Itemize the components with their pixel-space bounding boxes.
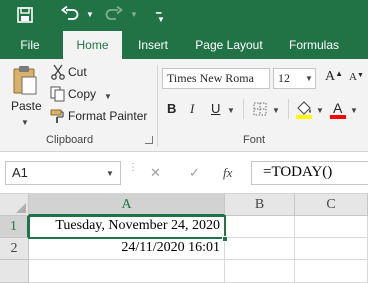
cell-c1[interactable] [295, 216, 368, 238]
decrease-font-size-button[interactable]: A▼ [349, 71, 364, 83]
font-size-select[interactable]: 12 ▼ [273, 68, 316, 89]
cell-a2[interactable]: 24/11/2020 16:01 [29, 238, 225, 260]
paste-dropdown-icon[interactable]: ▼ [21, 118, 29, 127]
worksheet-grid: A B C 1 2 Tuesday, November 24, 2020 24/… [0, 194, 368, 283]
formula-bar-grip-icon[interactable]: ⋮ [128, 163, 138, 173]
group-separator [243, 99, 244, 119]
fill-color-dropdown-icon[interactable]: ▼ [316, 106, 324, 115]
tab-insert[interactable]: Insert [128, 31, 178, 59]
cell-b2[interactable] [225, 238, 295, 260]
font-color-icon[interactable]: A [329, 99, 347, 119]
insert-function-icon[interactable]: fx [223, 165, 232, 181]
cell-b3[interactable] [225, 260, 295, 283]
scissors-icon [51, 64, 65, 80]
increase-font-size-button[interactable]: A▲ [325, 69, 343, 85]
cancel-icon[interactable]: ✕ [150, 165, 161, 181]
undo-dropdown-icon[interactable]: ▼ [86, 11, 94, 19]
borders-dropdown-icon[interactable]: ▼ [272, 106, 280, 115]
enter-icon[interactable]: ✓ [189, 165, 200, 181]
copy-button[interactable]: Copy [68, 87, 96, 101]
clipboard-paste-icon [13, 66, 37, 95]
paste-label: Paste [11, 99, 42, 113]
tab-home[interactable]: Home [63, 31, 122, 59]
column-header-c[interactable]: C [295, 194, 368, 216]
undo-icon[interactable] [61, 6, 79, 22]
name-box-dropdown-icon[interactable]: ▼ [106, 169, 114, 178]
copy-icon [50, 86, 65, 102]
format-painter-button[interactable]: Format Painter [68, 109, 147, 123]
copy-dropdown-icon[interactable]: ▼ [104, 92, 112, 101]
paste-button[interactable]: Paste ▼ [6, 63, 42, 129]
row-header-1[interactable]: 1 [0, 216, 29, 238]
font-size-value: 12 [278, 71, 290, 85]
save-icon[interactable] [17, 7, 33, 23]
ribbon-tabs: File Home Insert Page Layout Formulas [0, 31, 368, 59]
cut-button[interactable]: Cut [68, 65, 87, 79]
font-group-label: Font [243, 134, 266, 146]
borders-icon[interactable] [253, 102, 267, 116]
italic-button[interactable]: I [190, 101, 194, 117]
tab-file[interactable]: File [8, 31, 52, 59]
title-bar: ▼ ▼ ━ ▼ [0, 0, 368, 31]
cell-a1[interactable]: Tuesday, November 24, 2020 [29, 216, 225, 238]
row-header-2[interactable]: 2 [0, 238, 29, 260]
bold-button[interactable]: B [167, 101, 176, 116]
cell-a3[interactable] [29, 260, 225, 283]
tab-page-layout[interactable]: Page Layout [188, 31, 270, 59]
column-header-a[interactable]: A [29, 194, 225, 216]
clipboard-dialog-launcher-icon[interactable] [145, 136, 153, 144]
format-painter-icon [50, 109, 64, 123]
redo-dropdown-icon: ▼ [130, 10, 138, 19]
redo-icon [105, 6, 123, 20]
fill-handle[interactable] [222, 236, 228, 242]
group-separator [288, 99, 289, 119]
row-header-3[interactable] [0, 260, 29, 283]
tab-formulas[interactable]: Formulas [280, 31, 348, 59]
fill-color-icon[interactable] [295, 99, 313, 119]
font-name-value: Times New Roma [167, 71, 254, 85]
select-all-triangle-icon [16, 203, 26, 213]
cell-c2[interactable] [295, 238, 368, 260]
select-all-button[interactable] [0, 194, 29, 216]
font-size-dropdown-icon: ▼ [305, 74, 313, 83]
clipboard-group-label: Clipboard [46, 134, 94, 146]
column-header-b[interactable]: B [225, 194, 295, 216]
underline-button[interactable]: U [211, 101, 220, 116]
customize-qat-caret-icon[interactable]: ▼ [157, 16, 165, 24]
formula-input[interactable]: =TODAY() [251, 161, 368, 185]
cell-c3[interactable] [295, 260, 368, 283]
formula-value: =TODAY() [263, 164, 333, 180]
group-separator [157, 65, 158, 147]
formula-bar: A1 ▼ ⋮ ✕ ✓ fx =TODAY() [0, 152, 368, 194]
ribbon: Paste ▼ Cut Copy ▼ Format Painter Clipbo… [0, 59, 368, 152]
name-box-value: A1 [12, 165, 28, 180]
underline-dropdown-icon[interactable]: ▼ [227, 106, 235, 115]
name-box[interactable]: A1 ▼ [5, 161, 121, 185]
cell-b1[interactable] [225, 216, 295, 238]
font-color-dropdown-icon[interactable]: ▼ [350, 106, 358, 115]
font-name-select[interactable]: Times New Roma [162, 68, 270, 89]
svg-text:A: A [333, 100, 343, 116]
